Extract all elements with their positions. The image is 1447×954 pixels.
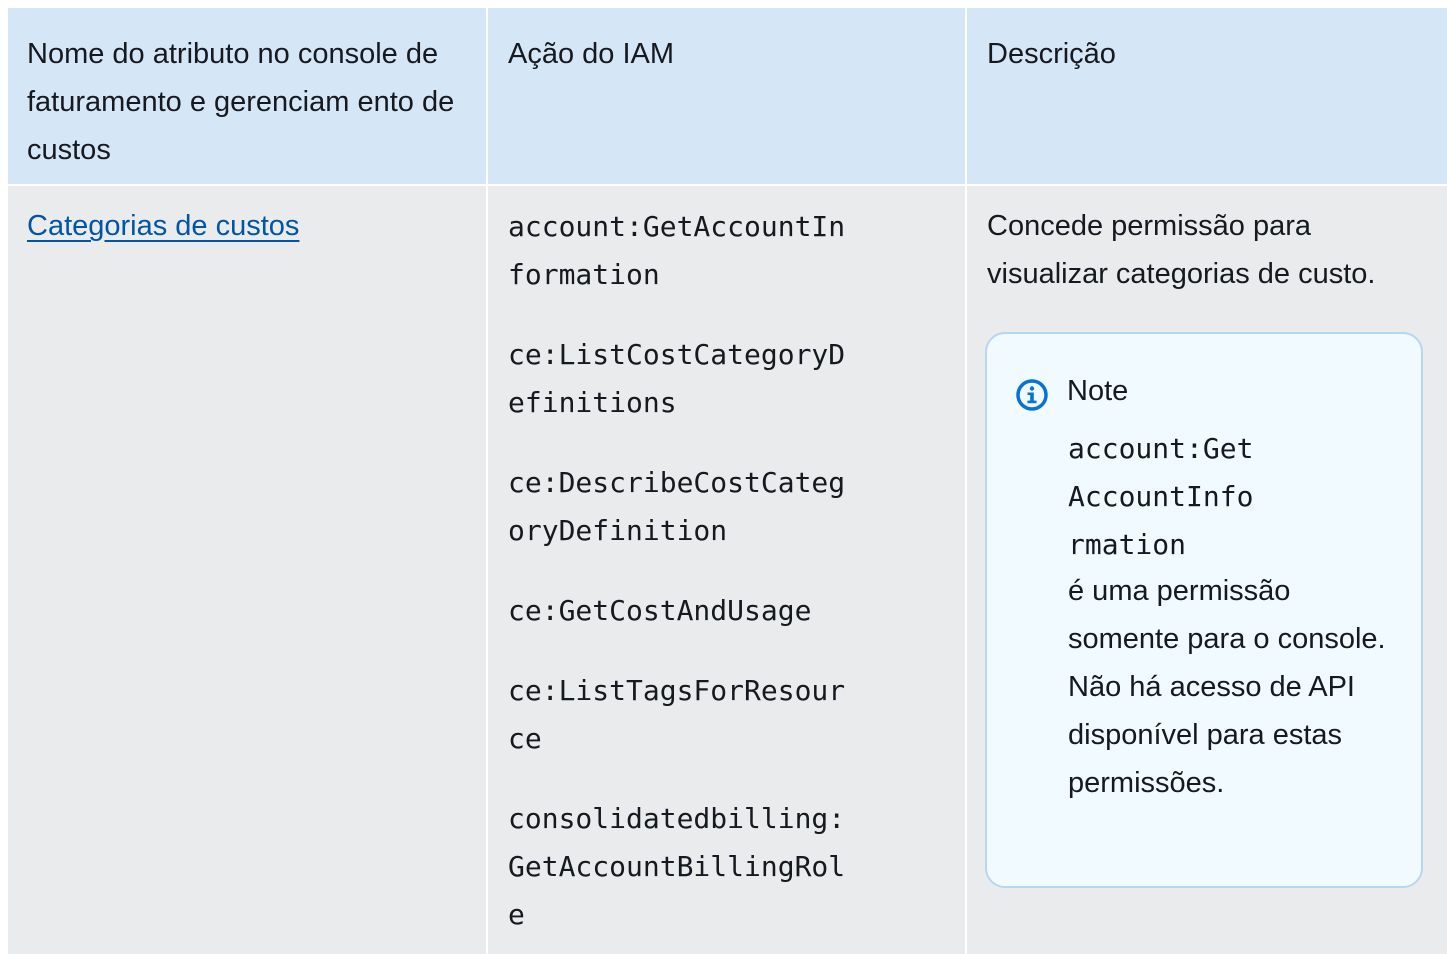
iam-action-item: ce:GetCostAndUsage bbox=[508, 594, 812, 627]
description-text: Concede permissão para visualizar catego… bbox=[987, 210, 1376, 290]
info-circle-icon bbox=[1016, 379, 1048, 411]
note-callout: Note account:GetAccountInformation é uma… bbox=[985, 332, 1423, 888]
header-description: Descrição bbox=[987, 38, 1116, 70]
row-divider bbox=[8, 184, 1447, 186]
note-code: account:GetAccountInformation bbox=[1068, 432, 1254, 561]
note-title: Note bbox=[1067, 375, 1129, 407]
note-text: é uma permissão somente para o console. … bbox=[1068, 575, 1386, 799]
iam-action-item: consolidatedbilling:GetAccountBillingRol… bbox=[508, 802, 846, 931]
iam-action-item: ce:ListCostCategoryDefinitions bbox=[508, 338, 846, 419]
header-iam-action: Ação do IAM bbox=[508, 38, 675, 70]
iam-action-item: account:GetAccountInformation bbox=[508, 210, 846, 291]
column-divider bbox=[486, 8, 488, 954]
header-attribute-name: Nome do atributo no console de faturamen… bbox=[27, 38, 455, 166]
iam-action-list: account:GetAccountInformation ce:ListCos… bbox=[508, 203, 868, 954]
column-divider bbox=[965, 8, 967, 954]
iam-action-item: ce:DescribeCostCategoryDefinition bbox=[508, 466, 846, 547]
cost-categories-link[interactable]: Categorias de custos bbox=[27, 202, 299, 250]
iam-action-item: ce:ListTagsForResource bbox=[508, 674, 846, 755]
permissions-table: Nome do atributo no console de faturamen… bbox=[8, 8, 1447, 954]
